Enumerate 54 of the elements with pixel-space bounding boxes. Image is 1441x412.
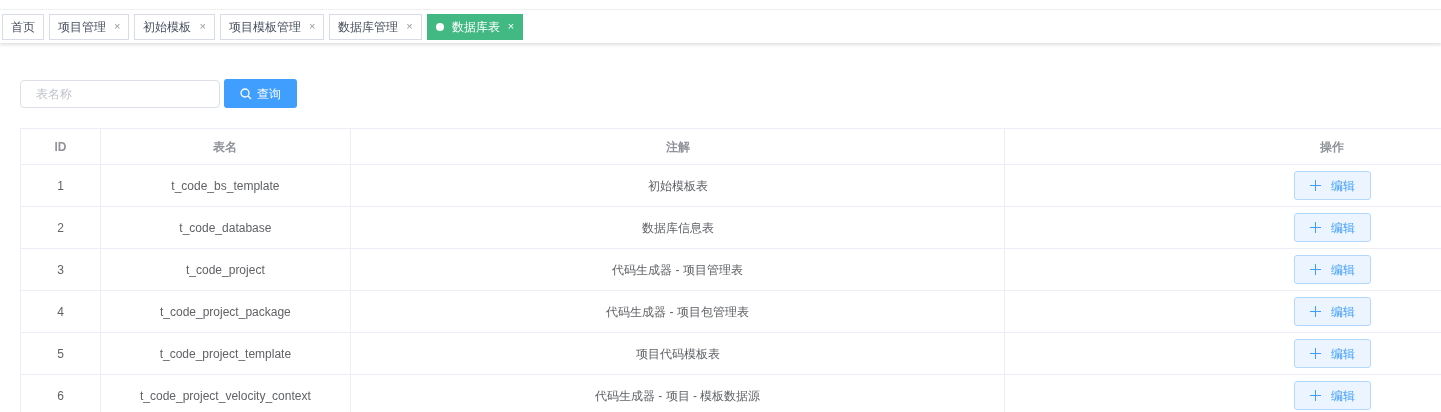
tab-label: 项目管理	[58, 18, 106, 36]
tab[interactable]: 数据库表 ×	[426, 13, 524, 40]
table-cell: t_code_bs_template	[100, 165, 351, 207]
plus-icon	[1310, 348, 1322, 359]
table-cell: 6	[21, 375, 101, 412]
table-cell: 代码生成器 - 项目包管理表	[350, 291, 1006, 333]
edit-button[interactable]: 编辑	[1294, 255, 1372, 284]
table-cell: 2	[21, 207, 101, 249]
tab[interactable]: 项目管理 ×	[49, 13, 130, 40]
tab-label: 数据库表	[451, 18, 500, 36]
table-cell: t_code_project_velocity_context	[100, 375, 351, 412]
tab-label: 项目模板管理	[228, 18, 301, 36]
plus-icon	[1310, 180, 1322, 191]
search-field[interactable]: 表名称	[20, 79, 220, 108]
table-cell: 项目代码模板表	[350, 333, 1006, 375]
table-cell: t_code_project_package	[100, 291, 351, 333]
edit-button[interactable]: 编辑	[1294, 339, 1372, 368]
tab-label: 首页	[11, 18, 35, 36]
table-cell: 5	[21, 333, 101, 375]
search-button[interactable]: 查询	[224, 79, 297, 108]
edit-button[interactable]: 编辑	[1294, 381, 1372, 410]
table-cell: t_code_database	[100, 207, 351, 249]
tab[interactable]: 数据库管理 ×	[329, 13, 422, 40]
column-header: 操作	[1005, 129, 1441, 165]
edit-button[interactable]: 编辑	[1294, 171, 1372, 200]
table-cell: 初始模板表	[350, 165, 1006, 207]
close-icon[interactable]: ×	[406, 18, 413, 35]
close-icon[interactable]: ×	[199, 18, 206, 35]
tab-label: 初始模板	[143, 18, 192, 36]
close-icon[interactable]: ×	[308, 18, 316, 35]
tab[interactable]: 初始模板 ×	[134, 13, 215, 40]
tab[interactable]: 首页	[2, 13, 44, 40]
tab-label: 数据库管理	[338, 18, 399, 36]
table-cell: 代码生成器 - 项目 - 模板数据源	[350, 375, 1006, 412]
table-cell: 数据库信息表	[350, 207, 1006, 249]
table-cell: 代码生成器 - 项目管理表	[350, 249, 1006, 291]
plus-icon	[1310, 390, 1322, 401]
plus-icon	[1310, 306, 1322, 317]
close-icon[interactable]: ×	[507, 18, 515, 35]
plus-icon	[1310, 264, 1322, 275]
table-cell: t_code_project	[100, 249, 351, 291]
table-cell: t_code_project_template	[100, 333, 351, 375]
table-cell: 1	[21, 165, 101, 207]
edit-button[interactable]: 编辑	[1294, 213, 1372, 242]
close-icon[interactable]: ×	[114, 18, 121, 35]
column-header: ID	[21, 129, 101, 165]
column-header: 注解	[350, 129, 1006, 165]
table-cell: 4	[21, 291, 101, 333]
plus-icon	[1310, 222, 1322, 233]
tab[interactable]: 项目模板管理 ×	[219, 13, 325, 40]
edit-button[interactable]: 编辑	[1294, 297, 1372, 326]
table-cell: 3	[21, 249, 101, 291]
search-icon	[240, 87, 252, 100]
column-header: 表名	[100, 129, 351, 165]
